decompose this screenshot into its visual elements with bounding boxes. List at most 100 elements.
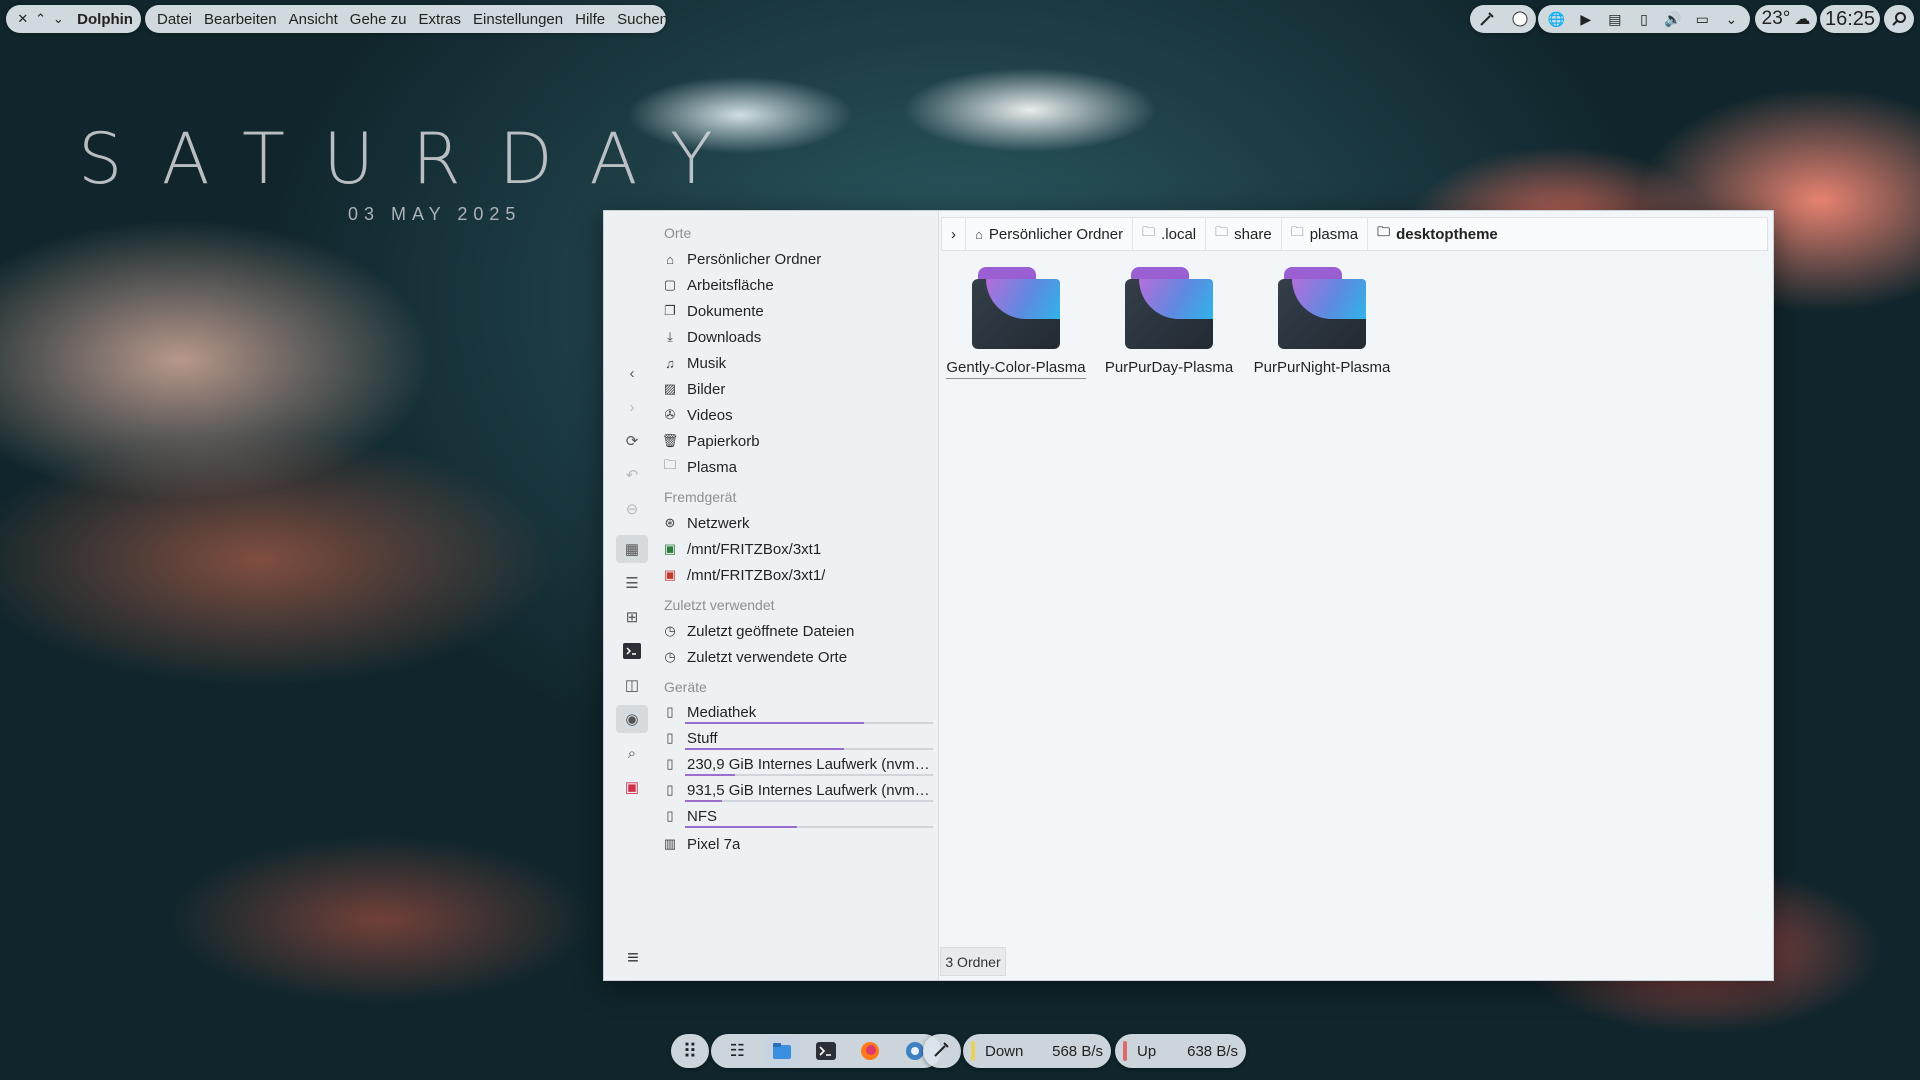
place-label: 230,9 GiB Internes Laufwerk (nvme...: [687, 755, 931, 773]
device-nfs[interactable]: ▯ NFS: [661, 804, 933, 828]
place-downloads[interactable]: ⤓ Downloads: [661, 325, 933, 349]
place-recent-locations[interactable]: ◷ Zuletzt verwendete Orte: [661, 645, 933, 669]
breadcrumb-local[interactable]: 🗀 .local: [1133, 218, 1207, 250]
network-drive-icon: ▣: [663, 541, 677, 556]
place-documents[interactable]: ❐ Dokumente: [661, 299, 933, 323]
find-icon[interactable]: ⌕: [616, 739, 648, 767]
place-plasma[interactable]: 🗀 Plasma: [661, 455, 933, 479]
breadcrumb-label: plasma: [1309, 225, 1359, 243]
terminal-icon[interactable]: [616, 637, 648, 665]
usage-fill: [685, 748, 844, 750]
place-network[interactable]: ⊛ Netzwerk: [661, 511, 933, 535]
menu-extras[interactable]: Extras: [413, 11, 468, 28]
network-icon: ⊛: [664, 515, 676, 530]
device-stuff[interactable]: ▯ Stuff: [661, 726, 933, 750]
breadcrumb-home[interactable]: ⌂ Persönlicher Ordner: [966, 218, 1134, 250]
menu-hilfe[interactable]: Hilfe: [569, 11, 611, 28]
place-fritzbox-1[interactable]: ▣ /mnt/FRITZBox/3xt1: [661, 537, 933, 561]
trash-red-icon[interactable]: ▣: [616, 773, 648, 801]
menu-einstellungen[interactable]: Einstellungen: [467, 11, 569, 28]
global-menu: Datei Bearbeiten Ansicht Gehe zu Extras …: [145, 5, 668, 33]
volume-icon[interactable]: 🔊: [1664, 10, 1682, 28]
cloud-icon: ☁: [1794, 11, 1811, 28]
settings-sliders-icon[interactable]: ☷: [719, 1036, 755, 1066]
menu-suchen[interactable]: Suchen: [611, 11, 674, 28]
circle-icon[interactable]: [1511, 10, 1529, 28]
weather-widget[interactable]: 23° ☁: [1755, 5, 1817, 33]
close-icon[interactable]: ✕: [14, 10, 32, 28]
place-desktop[interactable]: ▢ Arbeitsfläche: [661, 273, 933, 297]
forward-icon[interactable]: ›: [616, 393, 648, 421]
device-nvme-931[interactable]: ▯ 931,5 GiB Internes Laufwerk (nvme...: [661, 778, 933, 802]
terminal-icon[interactable]: [808, 1036, 844, 1066]
search-button[interactable]: [1884, 5, 1914, 33]
menu-bearbeiten[interactable]: Bearbeiten: [198, 11, 283, 28]
details-view-icon[interactable]: ⊞: [616, 603, 648, 631]
place-label: Arbeitsfläche: [687, 276, 774, 294]
folder-name: PurPurDay-Plasma: [1104, 359, 1234, 376]
clock-time: 16:25: [1824, 7, 1876, 30]
date-label: 03 MAY 2025: [348, 204, 522, 224]
undo-icon[interactable]: ↶: [616, 461, 648, 489]
split-view-icon[interactable]: ◫: [616, 671, 648, 699]
place-home[interactable]: ⌂ Persönlicher Ordner: [661, 247, 933, 271]
reload-icon[interactable]: ⟳: [616, 427, 648, 455]
hamburger-menu-icon[interactable]: ≡: [622, 947, 644, 969]
day-of-week: SATURDAY: [78, 118, 751, 200]
menu-gehe-zu[interactable]: Gehe zu: [344, 11, 413, 28]
drive-icon: ▯: [666, 756, 674, 771]
menu-ansicht[interactable]: Ansicht: [283, 11, 344, 28]
breadcrumb-expand[interactable]: ›: [942, 218, 966, 250]
firefox-icon[interactable]: [852, 1036, 888, 1066]
display-icon[interactable]: ▭: [1693, 10, 1711, 28]
vertical-toolbar: ‹ › ⟳ ↶ ⊖ ▦ ☰ ⊞ ◫ ◉ ⌕ ▣: [604, 211, 664, 980]
maximize-icon[interactable]: ⌃: [32, 10, 50, 28]
color-picker-button[interactable]: [923, 1034, 961, 1068]
place-pictures[interactable]: ▨ Bilder: [661, 377, 933, 401]
menu-datei[interactable]: Datei: [151, 11, 198, 28]
place-music[interactable]: ♫ Musik: [661, 351, 933, 375]
media-play-icon[interactable]: ▶: [1577, 10, 1595, 28]
documents-icon: ❐: [664, 303, 676, 318]
color-picker-icon[interactable]: [1478, 10, 1496, 28]
device-nvme-230[interactable]: ▯ 230,9 GiB Internes Laufwerk (nvme...: [661, 752, 933, 776]
device-mediathek[interactable]: ▯ Mediathek: [661, 700, 933, 724]
battery-icon[interactable]: ▯: [1635, 10, 1653, 28]
chevron-down-icon[interactable]: ⌄: [1722, 10, 1740, 28]
up-indicator: [1123, 1041, 1127, 1061]
minimize-icon[interactable]: ⌄: [49, 10, 67, 28]
network-globe-icon[interactable]: 🌐: [1548, 10, 1566, 28]
place-label: Dokumente: [687, 302, 764, 320]
usage-fill: [685, 774, 735, 776]
clock[interactable]: 16:25: [1820, 5, 1880, 33]
place-label: Zuletzt geöffnete Dateien: [687, 622, 855, 640]
breadcrumb-plasma[interactable]: 🗀 plasma: [1282, 218, 1369, 250]
place-trash[interactable]: 🗑 Papierkorb: [661, 429, 933, 453]
icons-view-icon[interactable]: ▦: [616, 535, 648, 563]
back-icon[interactable]: ‹: [616, 359, 648, 387]
folder-item[interactable]: PurPurNight-Plasma: [1247, 267, 1397, 387]
folder-item[interactable]: PurPurDay-Plasma: [1094, 267, 1244, 387]
device-pixel[interactable]: ▥ Pixel 7a: [661, 832, 933, 856]
folder-item[interactable]: Gently-Color-Plasma: [941, 267, 1091, 387]
place-videos[interactable]: ✇ Videos: [661, 403, 933, 427]
breadcrumb-desktoptheme[interactable]: 🗀 desktoptheme: [1368, 218, 1507, 250]
usage-fill: [685, 722, 864, 724]
folder-name: Gently-Color-Plasma: [946, 359, 1086, 379]
section-orte: Orte: [663, 222, 933, 244]
place-recent-files[interactable]: ◷ Zuletzt geöffnete Dateien: [661, 619, 933, 643]
weather-temperature: 23°: [1761, 8, 1791, 29]
preview-eye-icon[interactable]: ◉: [616, 705, 648, 733]
place-fritzbox-2[interactable]: ▣ /mnt/FRITZBox/3xt1/: [661, 563, 933, 587]
dolphin-icon[interactable]: [763, 1036, 800, 1066]
desktop-icon: ▢: [663, 277, 677, 292]
place-label: Netzwerk: [687, 514, 750, 532]
compact-view-icon[interactable]: ☰: [616, 569, 648, 597]
zoom-out-icon[interactable]: ⊖: [616, 495, 648, 523]
drive-icon: ▯: [666, 704, 674, 719]
clipboard-icon[interactable]: ▤: [1606, 10, 1624, 28]
network-up-widget: Up 638 B/s: [1115, 1034, 1246, 1068]
breadcrumb-share[interactable]: 🗀 share: [1206, 218, 1282, 250]
app-launcher[interactable]: ⠿: [671, 1034, 709, 1068]
status-bar: 3 Ordner: [940, 947, 1006, 976]
